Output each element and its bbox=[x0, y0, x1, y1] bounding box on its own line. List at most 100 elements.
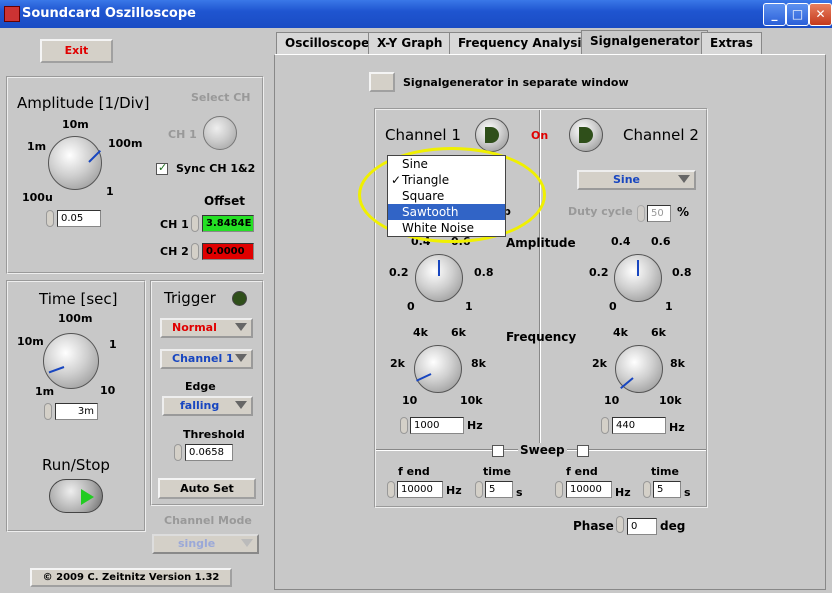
trigger-channel-dropdown[interactable]: Channel 1 bbox=[160, 349, 253, 369]
offset-ch1-label: CH 1 bbox=[160, 218, 189, 231]
select-ch-label: Select CH bbox=[191, 91, 251, 104]
time-spinner[interactable] bbox=[44, 403, 52, 420]
menu-item-triangle[interactable]: ✓ Triangle bbox=[388, 172, 505, 188]
ch2-time-unit: s bbox=[684, 486, 691, 499]
ch2-fend-spinner[interactable] bbox=[555, 481, 563, 498]
threshold-field[interactable]: 0.0658 bbox=[185, 444, 233, 461]
runstop-button[interactable] bbox=[49, 479, 103, 513]
edge-dropdown[interactable]: falling bbox=[162, 396, 253, 416]
channel-mode-dropdown[interactable]: single bbox=[152, 534, 259, 554]
duty-cycle-spinner[interactable] bbox=[637, 205, 645, 222]
separate-window-button[interactable] bbox=[369, 72, 395, 92]
ch1-hz-unit: Hz bbox=[467, 419, 483, 432]
duty-cycle-field[interactable]: 50 bbox=[647, 205, 671, 222]
edge-value: falling bbox=[180, 399, 220, 412]
ch1-fend-field[interactable]: 10000 bbox=[397, 481, 443, 498]
ch2-sweep-checkbox[interactable] bbox=[577, 445, 589, 457]
ch2-sweep-time-field[interactable]: 5 bbox=[653, 481, 681, 498]
time-value-field[interactable]: 3m bbox=[55, 403, 98, 420]
offset-ch2-spinner[interactable] bbox=[191, 243, 199, 260]
offset-ch1-spinner[interactable] bbox=[191, 215, 199, 232]
exit-button[interactable]: Exit bbox=[40, 39, 113, 63]
maximize-button[interactable]: □ bbox=[786, 3, 809, 26]
time-knob[interactable] bbox=[43, 333, 99, 389]
ch2-fend-field[interactable]: 10000 bbox=[566, 481, 612, 498]
ch1-sweep-time-spinner[interactable] bbox=[475, 481, 483, 498]
amp-spinner[interactable] bbox=[46, 210, 54, 227]
chevron-down-icon bbox=[678, 175, 690, 183]
tab-oscilloscope[interactable]: Oscilloscope bbox=[276, 32, 379, 54]
channel1-wave-menu[interactable]: Sine ✓ Triangle Square Sawtooth White Noi… bbox=[387, 155, 506, 237]
ch2-amp-tick-0.8: 0.8 bbox=[672, 266, 692, 279]
threshold-spinner[interactable] bbox=[174, 444, 182, 461]
ch2-sweep-time-spinner[interactable] bbox=[643, 481, 651, 498]
ch1-sweep-time-field[interactable]: 5 bbox=[485, 481, 513, 498]
check-icon: ✓ bbox=[391, 173, 402, 187]
close-button[interactable]: ✕ bbox=[809, 3, 832, 26]
time-tick-1m: 1m bbox=[35, 385, 55, 398]
ch1-freq-tick-2k: 2k bbox=[390, 357, 405, 370]
ch1-frequency-field[interactable]: 1000 bbox=[410, 417, 464, 434]
ch1-freq-tick-4k: 4k bbox=[413, 326, 428, 339]
offset-ch1-field[interactable]: 3.8484E bbox=[202, 215, 254, 232]
window-title: Soundcard Oszilloscope bbox=[22, 6, 196, 21]
select-ch-button[interactable] bbox=[203, 116, 237, 150]
minimize-button[interactable]: _ bbox=[763, 3, 786, 26]
offset-ch2-field[interactable]: 0.0000 bbox=[202, 243, 254, 260]
ch2-freq-tick-10: 10 bbox=[604, 394, 620, 407]
ch1-sweep-checkbox[interactable] bbox=[492, 445, 504, 457]
ch2-amplitude-indicator bbox=[637, 260, 639, 276]
threshold-label: Threshold bbox=[183, 428, 245, 441]
ch1-amp-tick-0.8: 0.8 bbox=[474, 266, 494, 279]
channel-mode-value: single bbox=[178, 537, 216, 550]
amplitude-knob[interactable] bbox=[48, 136, 102, 190]
menu-item-sine[interactable]: Sine bbox=[388, 156, 505, 172]
amp-tick-10m: 10m bbox=[62, 118, 89, 131]
ch1-amplitude-indicator bbox=[438, 260, 440, 276]
tab-signalgenerator[interactable]: Signalgenerator bbox=[581, 30, 709, 54]
app-icon bbox=[4, 6, 20, 22]
tab-xy-graph[interactable]: X-Y Graph bbox=[368, 32, 452, 54]
runstop-label: Run/Stop bbox=[42, 456, 110, 474]
trigger-panel bbox=[150, 280, 264, 506]
phase-label: Phase bbox=[573, 519, 614, 533]
channel2-wave-dropdown[interactable]: Sine bbox=[577, 170, 696, 190]
channel1-onoff-button[interactable] bbox=[475, 118, 509, 152]
ch1-fend-spinner[interactable] bbox=[387, 481, 395, 498]
menu-item-sawtooth[interactable]: Sawtooth bbox=[388, 204, 505, 220]
channel2-onoff-button[interactable] bbox=[569, 118, 603, 152]
amp-tick-1: 1 bbox=[106, 185, 114, 198]
phase-field[interactable]: 0 bbox=[627, 518, 657, 535]
ch2-freq-spinner[interactable] bbox=[601, 417, 609, 434]
ch2-freq-tick-6k: 6k bbox=[651, 326, 666, 339]
channel-mode-label: Channel Mode bbox=[164, 514, 252, 527]
amplitude-value-field[interactable]: 0.05 bbox=[57, 210, 101, 227]
menu-item-square[interactable]: Square bbox=[388, 188, 505, 204]
sweep-label: Sweep bbox=[518, 443, 567, 457]
time-tick-10m: 10m bbox=[17, 335, 44, 348]
play-icon bbox=[81, 489, 94, 505]
sync-checkbox[interactable]: ✓ bbox=[156, 161, 168, 175]
ch2-frequency-field[interactable]: 440 bbox=[612, 417, 666, 434]
ch2-amp-tick-0.6: 0.6 bbox=[651, 235, 671, 248]
ch1-fend-unit: Hz bbox=[446, 484, 462, 497]
time-tick-1: 1 bbox=[109, 338, 117, 351]
ch2-freq-tick-8k: 8k bbox=[670, 357, 685, 370]
tab-frequency-analysis[interactable]: Frequency Analysis bbox=[449, 32, 598, 54]
phase-spinner[interactable] bbox=[616, 516, 624, 533]
phase-unit: deg bbox=[660, 519, 686, 533]
time-title: Time [sec] bbox=[39, 290, 118, 308]
ch1-frequency-knob[interactable] bbox=[414, 345, 462, 393]
frequency-label: Frequency bbox=[506, 330, 577, 344]
menu-item-triangle-label: Triangle bbox=[402, 173, 450, 187]
autoset-button[interactable]: Auto Set bbox=[158, 478, 256, 499]
amp-tick-100u: 100u bbox=[22, 191, 53, 204]
trigger-mode-value: Normal bbox=[172, 321, 217, 334]
ch2-hz-unit: Hz bbox=[669, 421, 685, 434]
amplitude-title: Amplitude [1/Div] bbox=[17, 94, 150, 112]
trigger-mode-dropdown[interactable]: Normal bbox=[160, 318, 253, 338]
menu-item-white-noise[interactable]: White Noise bbox=[388, 220, 505, 236]
channel2-wave-value: Sine bbox=[613, 173, 640, 186]
ch1-freq-spinner[interactable] bbox=[400, 417, 408, 434]
tab-extras[interactable]: Extras bbox=[701, 32, 762, 54]
